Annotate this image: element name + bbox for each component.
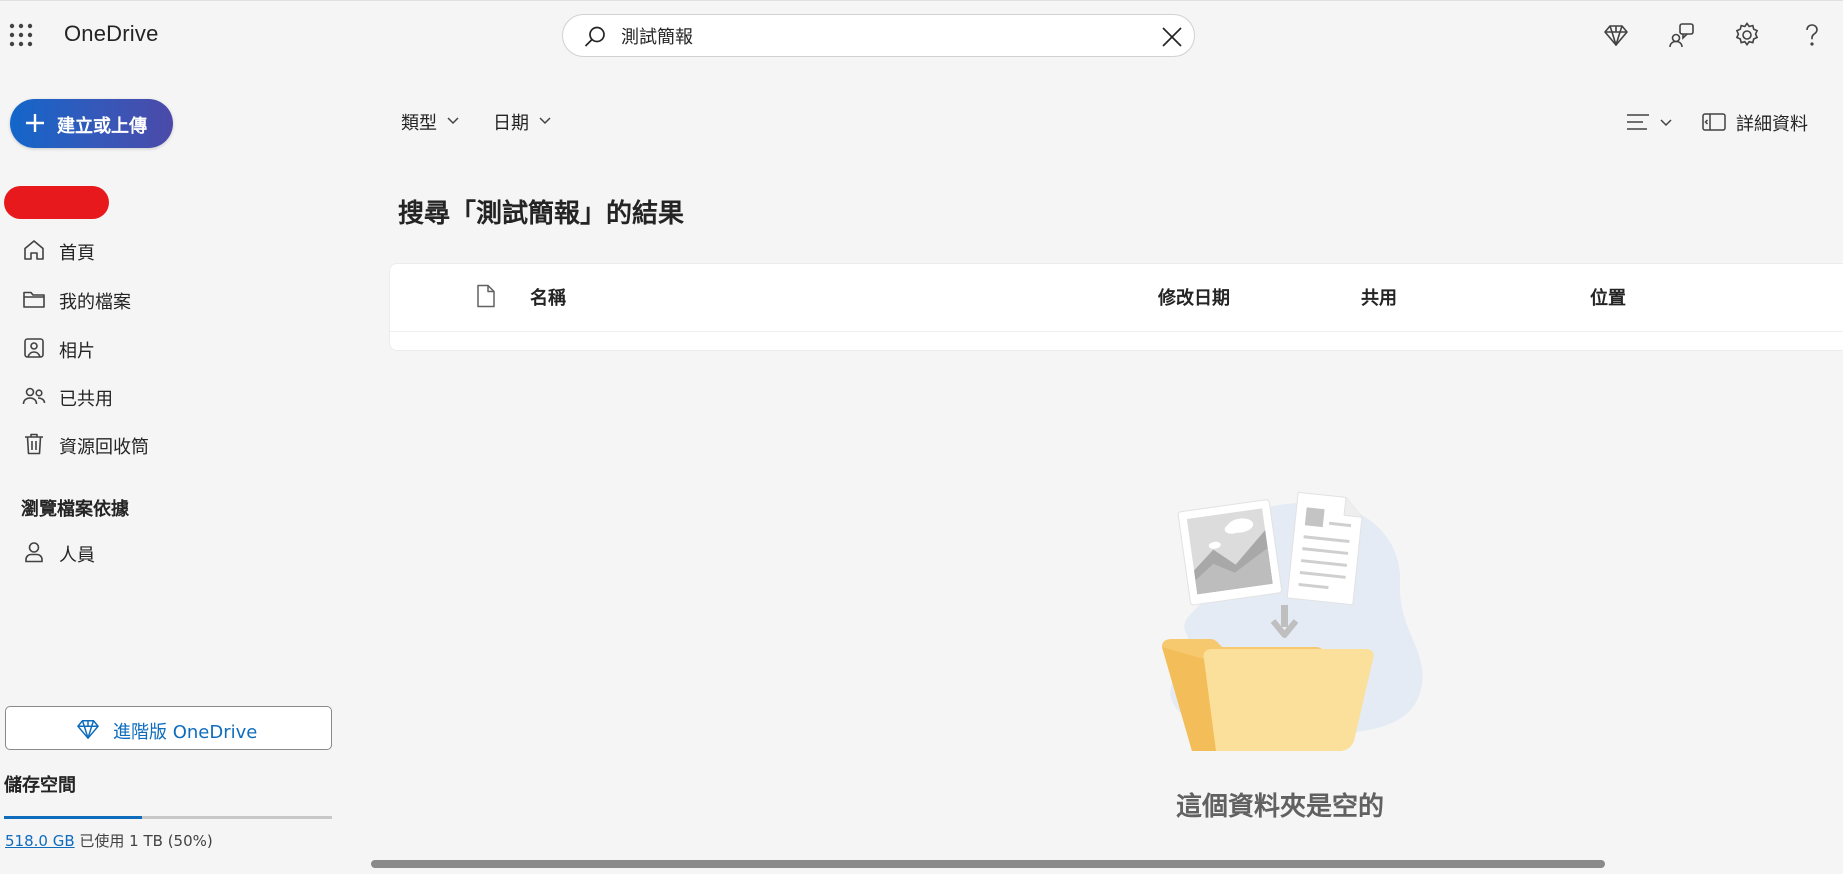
clear-search-icon[interactable] — [1160, 25, 1184, 49]
page-title: 搜尋「測試簡報」的結果 — [398, 199, 685, 229]
header-divider — [390, 331, 1843, 332]
search-icon — [583, 25, 607, 49]
redacted-account-name — [4, 186, 109, 219]
sidebar-item-label: 我的檔案 — [59, 292, 131, 313]
sidebar-item-label: 已共用 — [59, 389, 113, 410]
premium-onedrive-button[interactable]: 進階版 OneDrive — [5, 706, 332, 750]
column-header-name[interactable]: 名稱 — [530, 284, 566, 310]
type-filter-dropdown[interactable]: 類型 — [401, 109, 459, 137]
storage-title: 儲存空間 — [4, 775, 76, 796]
home-icon — [22, 238, 46, 262]
column-header-sharing[interactable]: 共用 — [1361, 284, 1397, 310]
gear-icon[interactable] — [1734, 22, 1760, 48]
empty-folder-illustration — [1140, 483, 1430, 763]
folder-icon — [22, 287, 46, 311]
empty-state-text: 這個資料夾是空的 — [1176, 792, 1385, 822]
diamond-icon — [76, 718, 100, 740]
app-title[interactable]: OneDrive — [64, 21, 159, 47]
search-box[interactable] — [562, 14, 1195, 57]
column-header-modified[interactable]: 修改日期 — [1158, 284, 1230, 310]
chevron-down-icon — [539, 117, 551, 125]
list-view-icon — [1626, 112, 1650, 132]
photo-icon — [22, 336, 46, 360]
chevron-down-icon — [447, 117, 459, 125]
person-icon — [22, 540, 46, 564]
search-input[interactable] — [621, 23, 1111, 49]
sidebar-item-photos[interactable]: 相片 — [20, 328, 320, 368]
sidebar-item-shared[interactable]: 已共用 — [20, 376, 320, 416]
type-filter-label: 類型 — [401, 113, 437, 134]
create-upload-label: 建立或上傳 — [57, 116, 147, 137]
sidebar-item-people[interactable]: 人員 — [20, 532, 320, 572]
details-pane-icon — [1702, 112, 1726, 132]
premium-label: 進階版 OneDrive — [113, 722, 258, 743]
sidebar-item-label: 首頁 — [59, 243, 95, 264]
sidebar-item-label: 資源回收筒 — [59, 437, 149, 458]
create-upload-button[interactable]: 建立或上傳 — [10, 99, 173, 148]
trash-icon — [22, 432, 46, 456]
sidebar-item-label: 人員 — [59, 545, 95, 566]
app-launcher-icon[interactable] — [8, 22, 34, 48]
storage-progress-fill — [4, 816, 142, 819]
view-options-button[interactable] — [1626, 110, 1678, 136]
date-filter-dropdown[interactable]: 日期 — [493, 109, 551, 137]
storage-usage-text: 518.0 GB 已使用 1 TB (50%) — [5, 830, 213, 851]
sidebar-item-my-files[interactable]: 我的檔案 — [20, 279, 320, 319]
file-list: 名稱 修改日期 共用 位置 — [389, 263, 1843, 351]
column-header-location[interactable]: 位置 — [1590, 284, 1626, 310]
sidebar-item-label: 相片 — [59, 341, 95, 362]
plus-icon — [24, 112, 46, 134]
people-icon — [22, 384, 46, 408]
storage-progress-bar — [4, 816, 332, 819]
browse-section-heading: 瀏覽檔案依據 — [21, 499, 129, 520]
details-pane-label: 詳細資料 — [1736, 114, 1808, 135]
horizontal-scrollbar[interactable] — [371, 860, 1605, 868]
diamond-icon[interactable] — [1603, 22, 1629, 48]
feedback-icon[interactable] — [1669, 22, 1695, 48]
date-filter-label: 日期 — [493, 113, 529, 134]
help-icon[interactable] — [1799, 22, 1825, 48]
top-bar: OneDrive — [0, 0, 1843, 70]
sidebar-item-home[interactable]: 首頁 — [20, 230, 320, 270]
storage-used-link[interactable]: 518.0 GB — [5, 832, 75, 850]
chevron-down-icon — [1660, 119, 1672, 127]
file-type-icon — [476, 284, 496, 308]
sidebar-item-recycle-bin[interactable]: 資源回收筒 — [20, 424, 320, 464]
storage-total-text: 已使用 1 TB (50%) — [74, 832, 213, 850]
